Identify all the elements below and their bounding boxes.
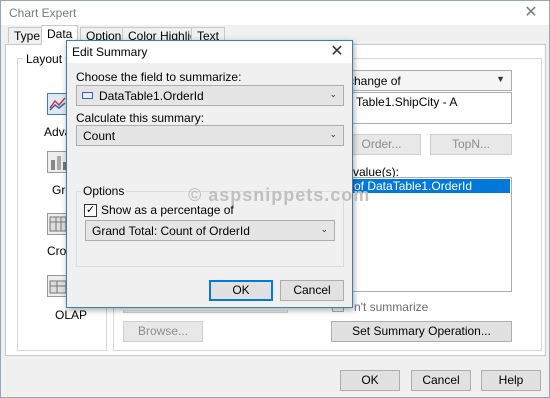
chevron-down-icon: ⌄: [329, 129, 337, 139]
calc-value: Count: [83, 129, 116, 143]
dialog-title-bar: Edit Summary: [67, 41, 352, 63]
list-item[interactable]: Table1.ShipCity - A: [356, 95, 457, 109]
set-summary-operation-button[interactable]: Set Summary Operation...: [331, 321, 512, 342]
change-of-list[interactable]: Table1.ShipCity - A: [341, 92, 512, 124]
layout-group-label: Layout: [23, 52, 66, 66]
cancel-button[interactable]: Cancel: [411, 370, 471, 391]
calc-select[interactable]: Count ⌄: [76, 125, 344, 146]
options-label: Options: [81, 184, 127, 198]
topn-button[interactable]: TopN...: [430, 134, 512, 155]
chevron-down-icon: ▼: [496, 74, 505, 84]
field-label: Choose the field to summarize:: [76, 70, 242, 84]
close-icon[interactable]: ✕: [326, 42, 348, 62]
change-of-select[interactable]: change of ▼: [341, 70, 512, 91]
percent-of-value: Grand Total: Count of OrderId: [92, 224, 250, 238]
layout-olap-label: OLAP: [55, 308, 88, 322]
field-box-edge: [123, 310, 288, 313]
chevron-down-icon: ⌄: [320, 224, 328, 234]
checkmark-icon: ✓: [85, 204, 96, 216]
dialog-cancel-button[interactable]: Cancel: [280, 280, 344, 301]
dialog-ok-button[interactable]: OK: [209, 280, 273, 301]
dialog-title: Edit Summary: [72, 45, 148, 59]
field-value: DataTable1.OrderId: [99, 89, 204, 103]
bar-chart-icon: [51, 156, 66, 170]
field-select[interactable]: DataTable1.OrderId ⌄: [76, 85, 344, 106]
order-button[interactable]: Order...: [342, 134, 421, 155]
line-chart-icon: [49, 97, 66, 111]
watermark: © aspsnippets.com: [188, 185, 371, 205]
chevron-down-icon: ⌄: [329, 89, 337, 99]
title-bar: Chart Expert: [1, 1, 549, 25]
cube-icon: [49, 280, 67, 294]
field-icon: [82, 92, 93, 99]
close-icon[interactable]: ✕: [519, 3, 543, 23]
calc-label: Calculate this summary:: [76, 111, 205, 125]
help-button[interactable]: Help: [481, 370, 541, 391]
ok-button[interactable]: OK: [340, 370, 400, 391]
percent-of-select[interactable]: Grand Total: Count of OrderId ⌄: [85, 220, 335, 241]
browse-button[interactable]: Browse...: [123, 321, 203, 342]
dont-summarize-label: n't summarize: [354, 300, 429, 314]
grid-icon: [49, 216, 67, 232]
edit-summary-dialog: Edit Summary ✕ Choose the field to summa…: [66, 40, 353, 308]
percent-checkbox[interactable]: ✓: [84, 204, 97, 217]
change-of-value: change of: [348, 74, 401, 88]
window-title: Chart Expert: [9, 6, 77, 20]
